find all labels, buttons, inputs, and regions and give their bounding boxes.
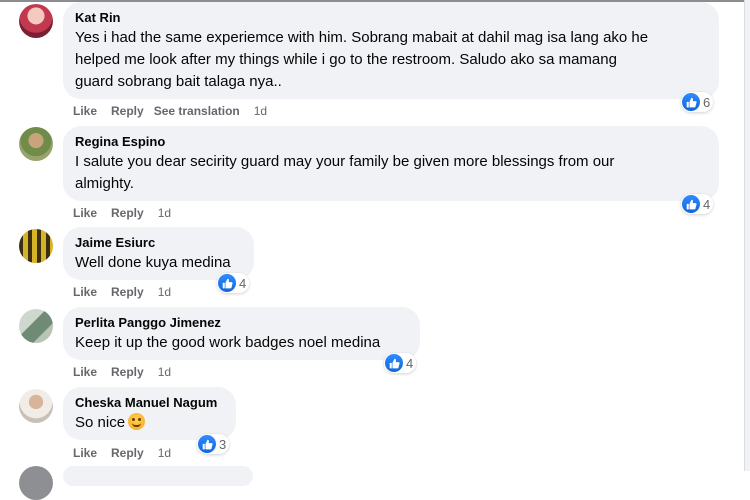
comment-actions: Like Reply 1d: [73, 445, 171, 461]
reply-button[interactable]: Reply: [111, 445, 144, 461]
comment-actions: Like Reply 1d: [73, 364, 171, 380]
like-icon: [682, 195, 700, 213]
reaction-count: 4: [239, 275, 247, 291]
reaction-summary[interactable]: 6: [681, 92, 714, 112]
comment-time[interactable]: 1d: [254, 103, 267, 119]
reply-button[interactable]: Reply: [111, 364, 144, 380]
reply-button[interactable]: Reply: [111, 205, 144, 221]
comment-bubble: Regina Espino I salute you dear secirity…: [63, 126, 719, 201]
avatar[interactable]: [19, 309, 53, 343]
like-icon: [198, 435, 216, 453]
comment-bubble: Kat Rin Yes i had the same experiemce wi…: [63, 2, 719, 99]
reaction-count: 4: [406, 355, 414, 371]
comment-text: Well done kuya medina: [75, 254, 231, 271]
like-button[interactable]: Like: [73, 205, 97, 221]
see-translation-button[interactable]: See translation: [154, 103, 240, 119]
comment-time[interactable]: 1d: [158, 364, 171, 380]
avatar[interactable]: [19, 466, 53, 500]
comment-author[interactable]: Perlita Panggo Jimenez: [75, 315, 408, 331]
scrollbar-track[interactable]: [744, 0, 750, 471]
reaction-count: 3: [219, 436, 227, 452]
reply-button[interactable]: Reply: [111, 103, 144, 119]
comment-time[interactable]: 1d: [158, 205, 171, 221]
reaction-count: 6: [703, 94, 711, 110]
comment-text: Keep it up the good work badges noel med…: [75, 334, 381, 351]
comment-actions: Like Reply 1d: [73, 205, 171, 221]
avatar[interactable]: [19, 389, 53, 423]
comment-author[interactable]: Jaime Esiurc: [75, 235, 242, 251]
comment-time[interactable]: 1d: [158, 445, 171, 461]
reaction-summary[interactable]: 4: [217, 273, 250, 293]
comment-text: I salute you dear secirity guard may you…: [75, 153, 615, 192]
reaction-summary[interactable]: 4: [681, 194, 714, 214]
comment-text: So nice: [75, 412, 224, 434]
reaction-summary[interactable]: 3: [197, 434, 230, 454]
comment-bubble: [63, 466, 253, 486]
like-icon: [385, 354, 403, 372]
reaction-summary[interactable]: 4: [384, 353, 417, 373]
reaction-count: 4: [703, 196, 711, 212]
comment-author[interactable]: Regina Espino: [75, 134, 707, 150]
avatar[interactable]: [19, 4, 53, 38]
like-button[interactable]: Like: [73, 445, 97, 461]
comment-actions: Like Reply 1d: [73, 284, 171, 300]
like-button[interactable]: Like: [73, 364, 97, 380]
reply-button[interactable]: Reply: [111, 284, 144, 300]
like-icon: [682, 93, 700, 111]
comment-actions: Like Reply See translation 1d: [73, 103, 267, 119]
like-button[interactable]: Like: [73, 284, 97, 300]
comment-bubble: Cheska Manuel Nagum So nice: [63, 387, 236, 440]
smiling-face-emoji: [128, 413, 146, 430]
avatar[interactable]: [19, 127, 53, 161]
comment-author[interactable]: Kat Rin: [75, 10, 707, 26]
comment-text: Yes i had the same experiemce with him. …: [75, 29, 649, 90]
comment-author[interactable]: Cheska Manuel Nagum: [75, 395, 224, 411]
like-button[interactable]: Like: [73, 103, 97, 119]
avatar[interactable]: [19, 229, 53, 263]
comment-bubble: Perlita Panggo Jimenez Keep it up the go…: [63, 307, 420, 360]
comment-time[interactable]: 1d: [158, 284, 171, 300]
like-icon: [218, 274, 236, 292]
